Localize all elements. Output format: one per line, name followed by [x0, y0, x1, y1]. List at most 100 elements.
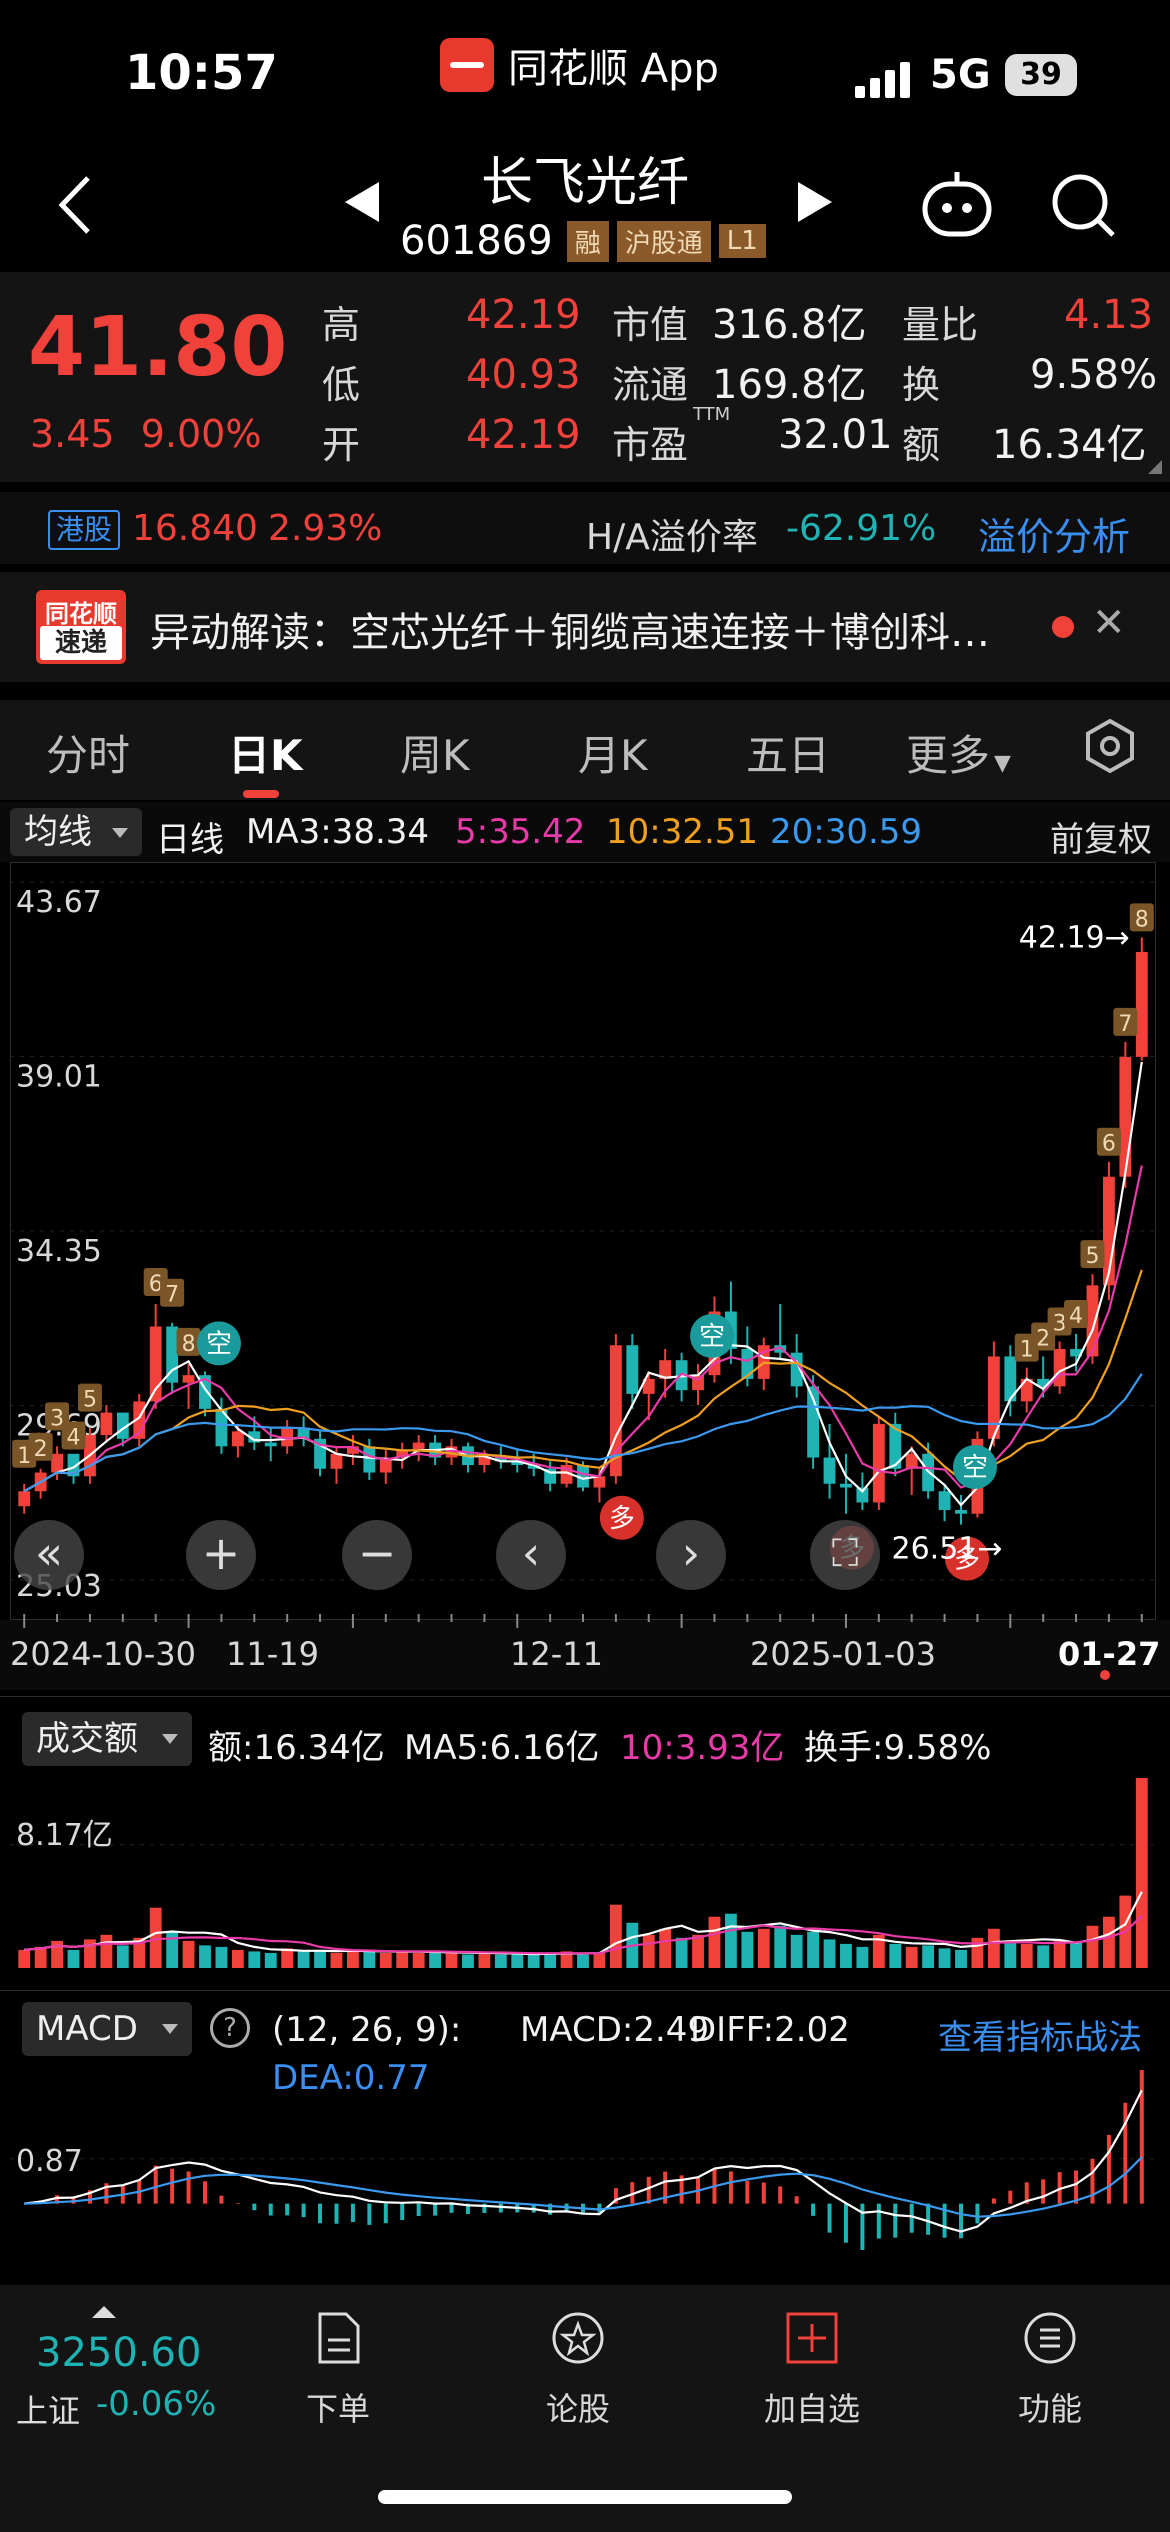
volume-bar [889, 1943, 902, 1968]
network-type: 5G [930, 52, 991, 98]
volume-bar [577, 1954, 589, 1968]
volume-y-tick-label: 8.17亿 [16, 1818, 113, 1853]
volume-bar [281, 1948, 294, 1968]
tab-five-day[interactable]: 五日 [746, 722, 830, 783]
nav-add-watchlist-label: 加自选 [763, 2390, 860, 2428]
current-price: 41.80 [28, 300, 288, 395]
volume-indicator-select[interactable]: 成交额 [22, 1712, 192, 1766]
candle-body [330, 1453, 343, 1469]
search-icon[interactable] [1050, 172, 1116, 238]
date-axis-ticks [23, 1614, 1143, 1628]
volume-bar [675, 1937, 688, 1968]
low-price-marker: 26.51→ [891, 1532, 1002, 1567]
stat-value-turnover: 9.58% [1030, 352, 1158, 398]
stat-label-amount: 额 [902, 423, 941, 467]
menu-icon [1024, 2312, 1076, 2364]
settings-hexagon-icon[interactable] [1082, 718, 1138, 774]
scroll-right-button[interactable]: › [656, 1520, 726, 1590]
next-stock-button[interactable] [798, 182, 832, 222]
y-tick-label: 39.01 [16, 1060, 102, 1095]
expand-corner-icon[interactable] [1148, 460, 1162, 474]
indicator-strategy-link[interactable]: 查看指标战法 [938, 2010, 1142, 2059]
volume-bar [462, 1954, 474, 1968]
premium-label: H/A溢价率 [586, 517, 758, 558]
macd-indicator-select[interactable]: MACD [22, 2002, 192, 2056]
date-label-1: 11-19 [226, 1635, 319, 1673]
tab-timeshare[interactable]: 分时 [46, 722, 130, 783]
index-up-arrow-icon [92, 2306, 116, 2318]
zoom-in-button[interactable]: + [186, 1520, 256, 1590]
volume-bar [264, 1952, 277, 1968]
seq-badge-label: 5 [1085, 1244, 1099, 1269]
adjust-mode[interactable]: 前复权 [1050, 812, 1152, 861]
date-label-start: 2024-10-30 [10, 1635, 196, 1673]
change-pct: 9.00% [140, 412, 262, 456]
ma-select-dropdown[interactable]: 均线 [10, 808, 142, 856]
volume-bar [692, 1934, 704, 1968]
nav-add-watchlist[interactable]: 加自选 [752, 2310, 872, 2430]
seq-badge-label: 5 [83, 1388, 97, 1413]
kline-chart[interactable]: 43.6739.0134.3529.6925.03123456781234567… [10, 862, 1156, 1620]
volume-bar [1102, 1916, 1115, 1968]
status-time: 10:57 [125, 45, 278, 101]
macd-chart[interactable]: 0.87 [10, 2060, 1156, 2260]
candle-body [231, 1431, 244, 1447]
volume-bar [1037, 1945, 1050, 1968]
candle-body [955, 1509, 967, 1514]
candle-body [264, 1442, 277, 1447]
prev-stock-button[interactable] [345, 182, 379, 222]
nav-functions[interactable]: 功能 [990, 2310, 1110, 2430]
volume-amount: 额:16.34亿 [208, 1728, 385, 1768]
seq-badge-label: 6 [1102, 1132, 1116, 1157]
close-icon[interactable]: ✕ [1092, 600, 1126, 646]
tab-daily-k[interactable]: 日K [228, 722, 303, 783]
volume-bar [807, 1931, 820, 1968]
volume-bar [494, 1954, 507, 1968]
fullscreen-icon[interactable]: ⛶ [810, 1520, 880, 1590]
tab-monthly-k[interactable]: 月K [578, 722, 648, 783]
scroll-left-button[interactable]: ‹ [496, 1520, 566, 1590]
y-tick-label: 34.35 [16, 1234, 102, 1269]
stat-label-open: 开 [322, 423, 361, 467]
seq-badge-label: 7 [165, 1283, 179, 1308]
volume-bar [741, 1931, 754, 1968]
ma10-value: 10:32.51 [606, 812, 759, 852]
chart-frame [10, 862, 1156, 1620]
stock-subtitle: 601869 融 沪股通 L1 [400, 218, 766, 264]
tab-more[interactable]: 更多 ▼ [906, 722, 1011, 783]
candle-body [1135, 952, 1148, 1057]
candle-body [1119, 1056, 1132, 1177]
ma5-value: 5:35.42 [455, 812, 586, 852]
robot-assistant-icon[interactable] [920, 170, 994, 240]
volume-bar [905, 1946, 918, 1968]
status-app-indicator[interactable]: 同花顺 App [440, 38, 719, 92]
news-logo-top: 同花顺 [45, 600, 117, 628]
volume-bar [922, 1945, 935, 1968]
volume-bar [1070, 1942, 1082, 1968]
back-icon[interactable] [50, 170, 110, 240]
nav-order[interactable]: 下单 [278, 2310, 398, 2430]
zoom-out-button[interactable]: − [342, 1520, 412, 1590]
stat-label-low: 低 [322, 363, 361, 407]
macd-dea-line [24, 2156, 1143, 2218]
volume-chart[interactable]: 8.17亿 [10, 1770, 1156, 1970]
news-text[interactable]: 异动解读：空芯光纤＋铜缆高速连接＋博创科… [150, 600, 990, 658]
volume-bar [987, 1928, 1000, 1968]
volume-bar [149, 1907, 162, 1968]
index-value[interactable]: 3250.60 [36, 2330, 201, 2376]
scroll-left-fast-icon[interactable]: « [14, 1520, 84, 1590]
macd-diff: DIFF:2.02 [690, 2010, 850, 2050]
nav-forum[interactable]: 论股 [518, 2310, 638, 2430]
tab-weekly-k[interactable]: 周K [400, 722, 470, 783]
active-tab-indicator [243, 790, 279, 798]
news-unread-dot [1052, 616, 1074, 638]
volume-bar [1004, 1940, 1017, 1968]
premium-analysis-link[interactable]: 溢价分析 [978, 506, 1130, 561]
add-watchlist-icon [786, 2312, 838, 2364]
volume-bar [593, 1952, 606, 1968]
volume-bar [314, 1949, 326, 1968]
seq-badge-label: 4 [1069, 1304, 1083, 1329]
help-icon[interactable]: ? [210, 2008, 250, 2048]
volume-bar [511, 1954, 524, 1968]
news-logo-bottom: 速递 [40, 626, 122, 660]
